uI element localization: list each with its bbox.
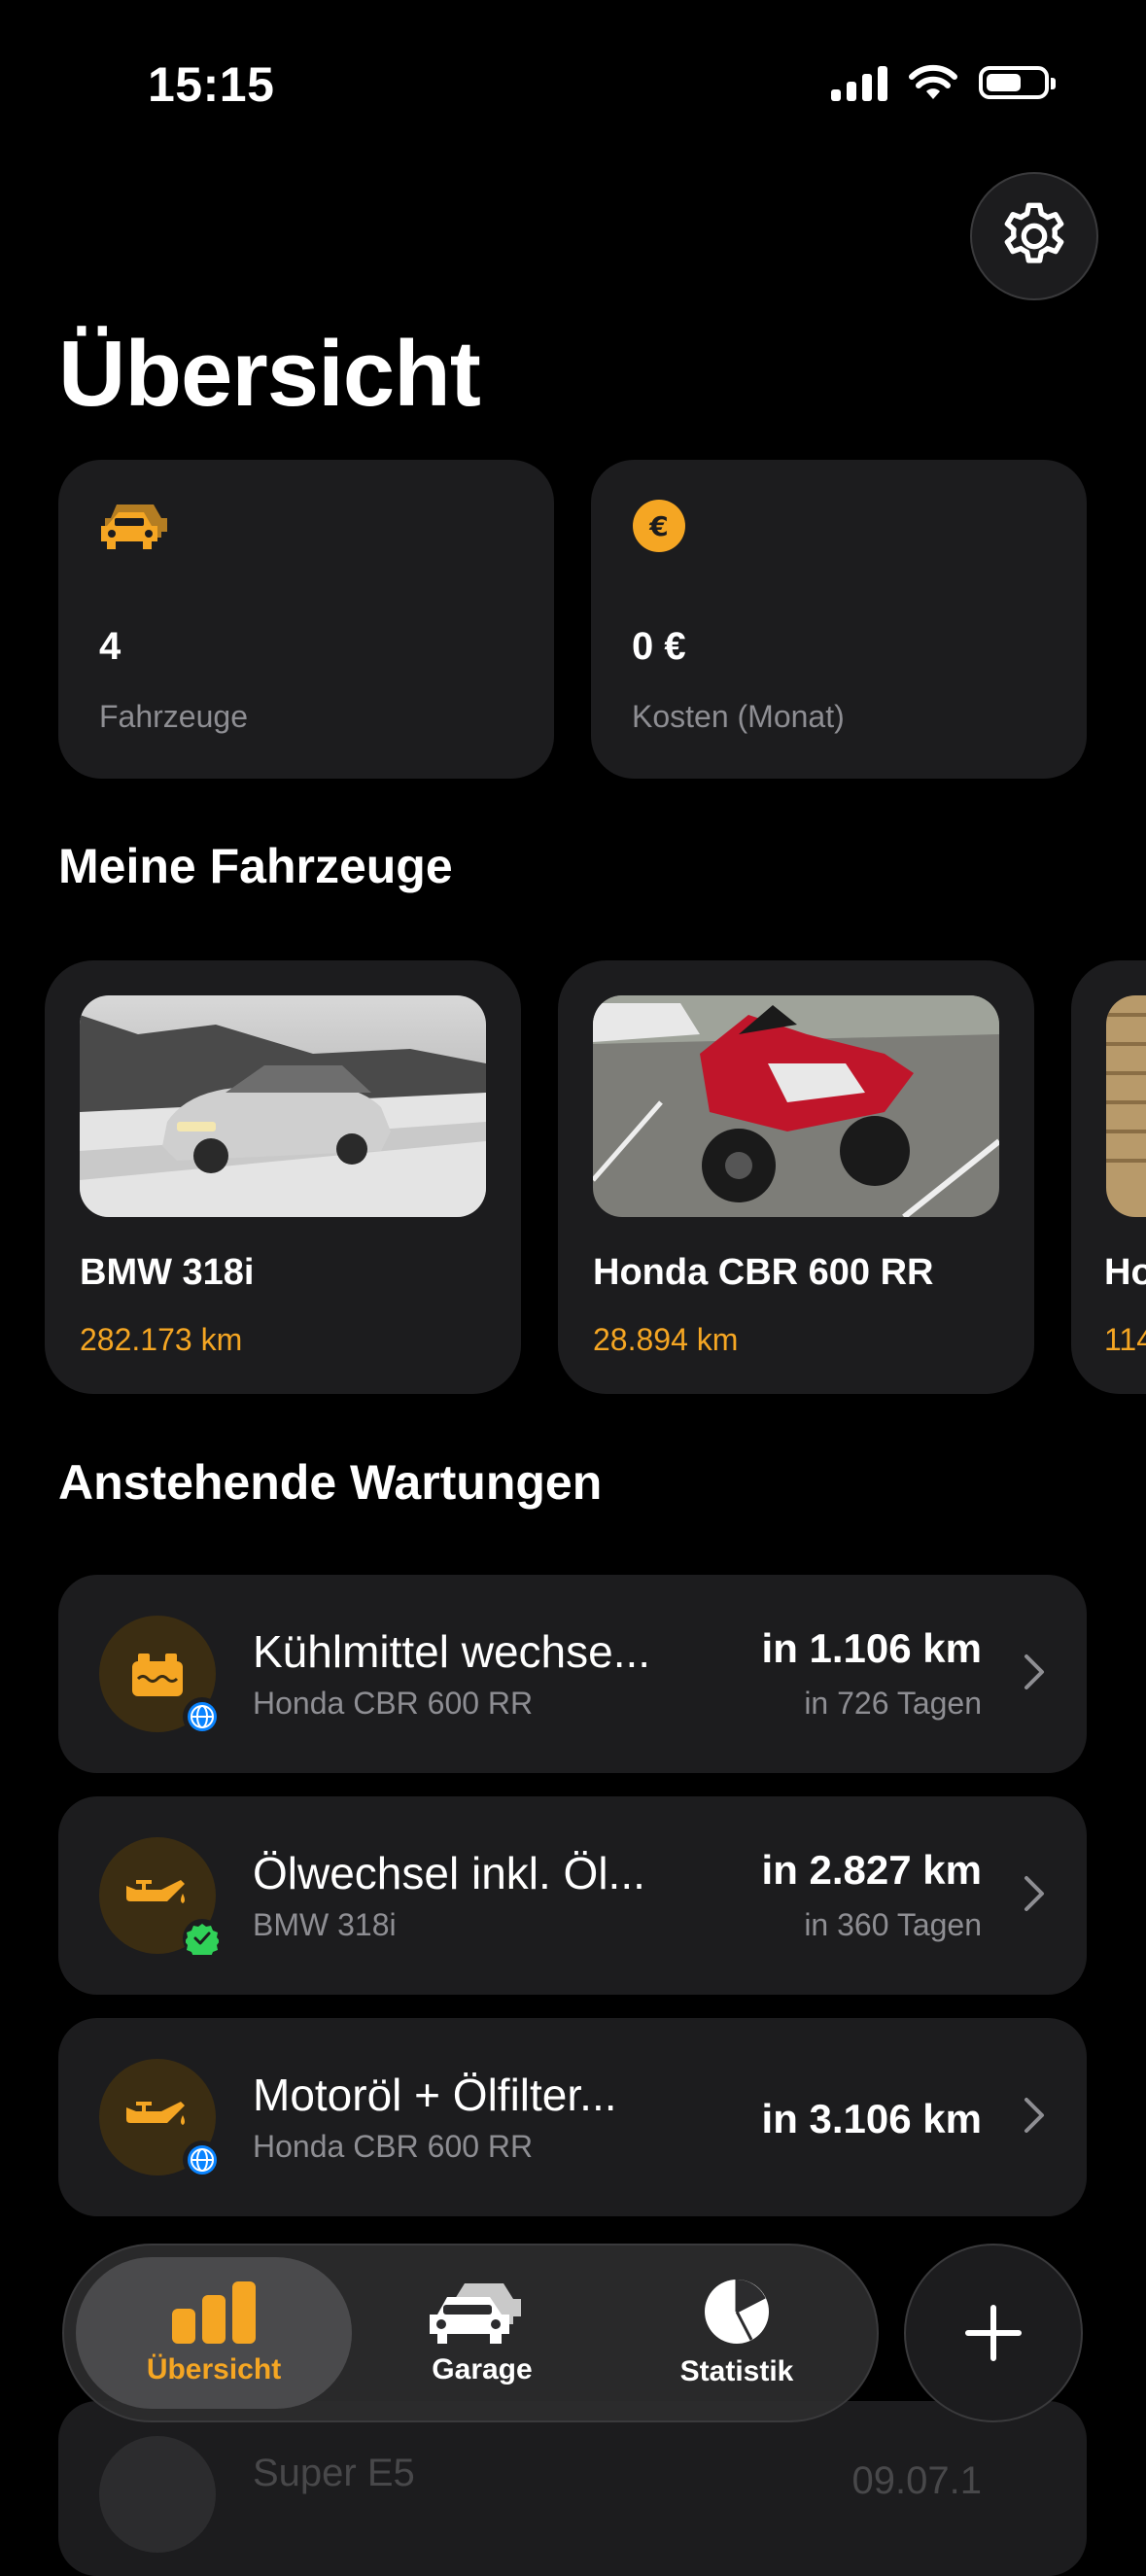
peek-icon bbox=[99, 2436, 216, 2553]
plus-icon bbox=[965, 2305, 1022, 2361]
battery-icon bbox=[979, 66, 1056, 99]
status-icons bbox=[831, 64, 1056, 101]
maintenance-vehicle: Honda CBR 600 RR bbox=[253, 2129, 534, 2164]
monthly-costs-value: 0 € bbox=[632, 625, 686, 668]
peek-date: 09.07.1 bbox=[851, 2459, 982, 2502]
page-title: Übersicht bbox=[58, 322, 481, 426]
vehicle-card-bmw[interactable]: BMW 318i 282.173 km bbox=[45, 960, 521, 1394]
maintenance-title: Kühlmittel wechse... bbox=[253, 1626, 651, 1677]
vehicle-mileage: 114 bbox=[1104, 1322, 1146, 1357]
maintenance-distance: in 2.827 km bbox=[761, 1847, 982, 1893]
vehicle-name: BMW 318i bbox=[80, 1252, 255, 1293]
euro-icon: € bbox=[632, 499, 686, 558]
cars-icon bbox=[99, 499, 183, 558]
peek-list-item[interactable]: Super E5 09.07.1 bbox=[58, 2401, 1087, 2576]
vehicles-count-card[interactable]: 4 Fahrzeuge bbox=[58, 460, 554, 779]
vehicles-section-title: Meine Fahrzeuge bbox=[58, 839, 453, 893]
vehicle-photo bbox=[1106, 995, 1146, 1217]
tab-label: Garage bbox=[432, 2353, 533, 2385]
maintenance-title: Motoröl + Ölfilter... bbox=[253, 2070, 617, 2120]
tab-bar: Übersicht Garage Statistik bbox=[62, 2244, 879, 2422]
maintenance-item[interactable]: Kühlmittel wechse... Honda CBR 600 RR in… bbox=[58, 1575, 1087, 1773]
vehicle-mileage: 282.173 km bbox=[80, 1322, 243, 1357]
vehicles-count-value: 4 bbox=[99, 625, 122, 668]
maintenance-distance: in 3.106 km bbox=[761, 2096, 982, 2141]
garage-cars-icon bbox=[430, 2283, 521, 2344]
vehicle-name: Ho bbox=[1104, 1252, 1146, 1293]
tab-statistics[interactable]: Statistik bbox=[610, 2245, 863, 2420]
maintenance-title: Ölwechsel inkl. Öl... bbox=[253, 1848, 645, 1898]
maintenance-days: in 360 Tagen bbox=[804, 1907, 982, 1942]
vehicle-card-honda[interactable]: Honda CBR 600 RR 28.894 km bbox=[558, 960, 1034, 1394]
maintenance-item[interactable]: Motoröl + Ölfilter... Honda CBR 600 RR i… bbox=[58, 2018, 1087, 2216]
monthly-costs-card[interactable]: € 0 € Kosten (Monat) bbox=[591, 460, 1087, 779]
wifi-icon bbox=[909, 64, 957, 99]
chevron-right-icon bbox=[1024, 2098, 1044, 2133]
globe-badge-icon bbox=[183, 1697, 222, 1736]
chart-bars-icon bbox=[172, 2281, 256, 2344]
monthly-costs-label: Kosten (Monat) bbox=[632, 699, 845, 734]
maintenance-item[interactable]: Ölwechsel inkl. Öl... BMW 318i in 2.827 … bbox=[58, 1796, 1087, 1995]
cellular-signal-icon bbox=[831, 64, 887, 101]
check-badge-icon bbox=[183, 1919, 222, 1958]
vehicle-photo bbox=[80, 995, 486, 1217]
gear-icon bbox=[1004, 202, 1064, 263]
add-button[interactable] bbox=[904, 2244, 1083, 2422]
globe-badge-icon bbox=[183, 2141, 222, 2179]
status-time: 15:15 bbox=[148, 57, 275, 112]
pie-chart-icon bbox=[705, 2280, 769, 2344]
tab-label: Statistik bbox=[679, 2355, 794, 2387]
maintenance-days: in 726 Tagen bbox=[804, 1686, 982, 1721]
maintenance-section-title: Anstehende Wartungen bbox=[58, 1455, 603, 1510]
chevron-right-icon bbox=[1024, 1654, 1044, 1689]
maintenance-vehicle: BMW 318i bbox=[253, 1907, 397, 1942]
chevron-right-icon bbox=[1024, 1876, 1044, 1911]
svg-text:€: € bbox=[648, 510, 668, 542]
vehicle-mileage: 28.894 km bbox=[593, 1322, 739, 1357]
tab-label: Übersicht bbox=[146, 2353, 282, 2385]
tab-garage[interactable]: Garage bbox=[356, 2245, 608, 2420]
settings-button[interactable] bbox=[970, 172, 1098, 300]
peek-title: Super E5 bbox=[253, 2452, 415, 2494]
vehicle-card-partial[interactable]: Ho 114 bbox=[1071, 960, 1146, 1394]
vehicle-photo bbox=[593, 995, 999, 1217]
maintenance-distance: in 1.106 km bbox=[761, 1625, 982, 1671]
tab-overview[interactable]: Übersicht bbox=[76, 2245, 352, 2420]
vehicle-name: Honda CBR 600 RR bbox=[593, 1252, 934, 1293]
vehicles-count-label: Fahrzeuge bbox=[99, 699, 248, 734]
maintenance-vehicle: Honda CBR 600 RR bbox=[253, 1686, 534, 1721]
